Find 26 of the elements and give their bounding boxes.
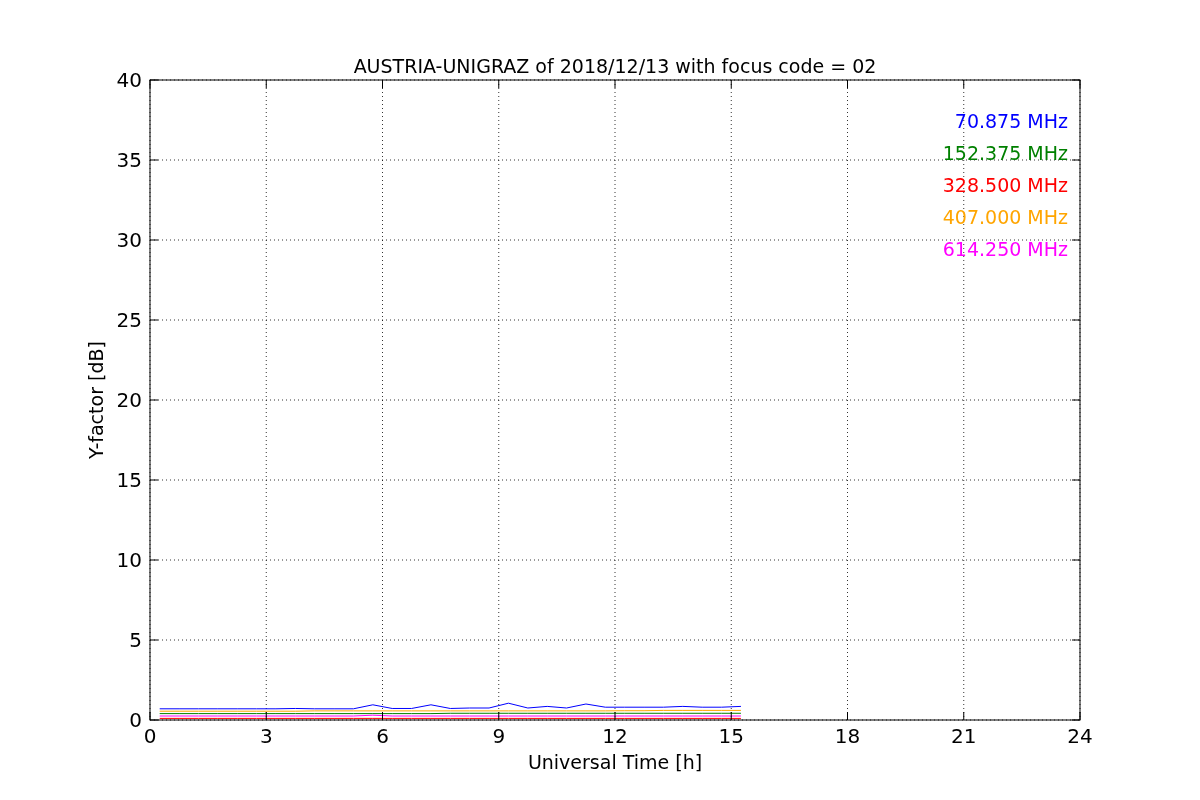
legend-label: 407.000 MHz: [942, 206, 1068, 228]
y-tick-label: 40: [116, 68, 142, 92]
x-axis-label: Universal Time [h]: [527, 751, 703, 773]
x-tick-label: 9: [492, 724, 506, 748]
y-tick-label: 30: [116, 228, 142, 252]
y-tick-label: 5: [129, 628, 142, 652]
legend-label: 614.250 MHz: [942, 238, 1068, 260]
chart-title: AUSTRIA-UNIGRAZ of 2018/12/13 with focus code = 02: [353, 55, 877, 77]
y-tick-label: 35: [116, 148, 142, 172]
x-tick-label: 15: [718, 724, 744, 748]
y-tick-label: 25: [116, 308, 142, 332]
y-tick-label: 0: [129, 708, 142, 732]
x-tick-label: 0: [143, 724, 157, 748]
y-tick-label: 20: [116, 388, 142, 412]
x-tick-label: 3: [259, 724, 273, 748]
legend-label: 152.375 MHz: [942, 142, 1068, 164]
x-tick-label: 24: [1067, 724, 1093, 748]
x-tick-label: 18: [834, 724, 861, 748]
x-tick-label: 21: [951, 724, 977, 748]
legend-label: 328.500 MHz: [942, 174, 1068, 196]
y-tick-label: 10: [116, 548, 142, 572]
y-tick-label: 15: [116, 468, 142, 492]
y-axis-label: Y-factor [dB]: [85, 341, 107, 459]
x-tick-label: 6: [376, 724, 389, 748]
legend-label: 70.875 MHz: [954, 110, 1068, 132]
x-tick-label: 12: [602, 724, 628, 748]
